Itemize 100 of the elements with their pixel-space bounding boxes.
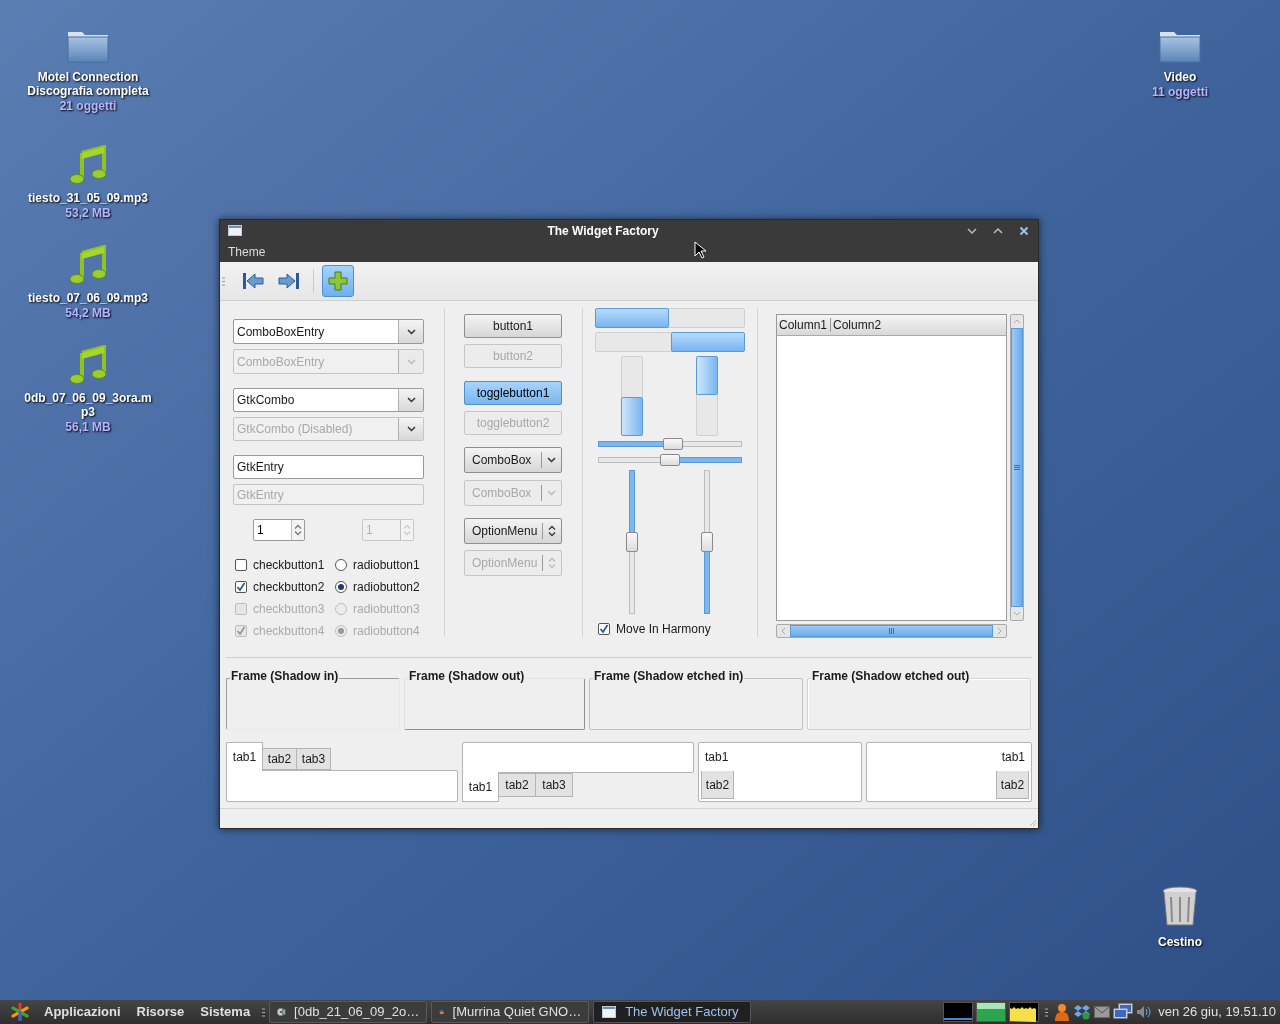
checkbox-label: checkbutton1 (253, 557, 325, 574)
checkbox[interactable] (235, 559, 247, 571)
menu-item[interactable]: Sistema (192, 1002, 259, 1022)
chevron-down-icon (406, 358, 416, 365)
volume-icon[interactable] (1136, 1005, 1153, 1019)
frame-label: Frame (Shadow in) (230, 669, 340, 683)
starburst-logo-icon[interactable] (11, 1003, 29, 1021)
scroll-right-icon[interactable] (997, 627, 1002, 635)
window-title: The Widget Factory (546, 222, 660, 240)
slider-thumb[interactable] (662, 438, 683, 450)
tab[interactable]: tab2 (499, 773, 536, 797)
radio-button[interactable] (335, 581, 347, 593)
scrollbar-thumb[interactable] (1011, 328, 1023, 607)
checkbox-label: checkbutton3 (253, 601, 325, 618)
toggle-button[interactable]: togglebutton1 (464, 381, 562, 405)
taskbar-button[interactable]: The Widget Factory (593, 1001, 752, 1023)
desktop-icon-detail: 53,2 MB (65, 205, 111, 221)
checkmark-icon (236, 626, 246, 636)
desktop-icon-detail: 11 oggetti (1152, 84, 1208, 100)
taskbar-button[interactable]: [Murrina Quiet GNO… (431, 1001, 590, 1023)
desktop-icon-label[interactable]: Video (1116, 70, 1244, 84)
checkbox-label: checkbutton4 (253, 623, 325, 640)
slider[interactable] (598, 438, 742, 450)
clock[interactable]: ven 26 giu, 19.51.10 (1158, 1002, 1276, 1022)
checkbox[interactable] (235, 581, 247, 593)
slider-thumb[interactable] (626, 532, 638, 552)
radio-button-label: radiobutton1 (353, 557, 420, 574)
desktop-icon-detail: 54,2 MB (65, 305, 111, 321)
desktop-icon-label[interactable]: Motel Connection Discografia completa (24, 70, 152, 98)
menu-item[interactable]: Applicazioni (36, 1002, 129, 1022)
chevron-down-icon (547, 457, 556, 463)
slider[interactable] (598, 454, 742, 466)
memory-graph-drawing[interactable] (976, 1002, 1007, 1022)
music-note-icon[interactable] (68, 145, 108, 185)
chevron-down-icon (406, 397, 416, 403)
checkbox-label: Move In Harmony (616, 621, 711, 638)
person-icon[interactable] (1054, 1003, 1071, 1021)
up-down-arrows-icon (548, 557, 556, 569)
chevron-down-icon (406, 328, 416, 335)
horizontal-scrollbar[interactable] (776, 624, 1007, 638)
chevron-down-icon (547, 490, 556, 496)
desktop-icon-label[interactable]: tiesto_07_06_09.mp3 (24, 291, 152, 305)
column-header[interactable]: Column1 (777, 318, 832, 332)
load-graph-drawing[interactable] (1009, 1002, 1040, 1022)
menu-item[interactable]: Theme (228, 242, 266, 261)
slider[interactable] (626, 470, 638, 614)
trash-icon[interactable] (1160, 885, 1200, 929)
slider-thumb[interactable] (701, 532, 713, 552)
vertical-scrollbar[interactable] (1010, 314, 1024, 621)
checkmark-icon (236, 582, 246, 592)
desktop-icon-label[interactable]: 0db_07_06_09_3ora.mp3 (24, 391, 152, 419)
slider[interactable] (701, 470, 713, 614)
tab[interactable]: tab3 (536, 773, 573, 797)
window-icon (601, 1005, 618, 1019)
button[interactable]: button1 (464, 314, 562, 338)
desktop-icon-label[interactable]: Cestino (1116, 935, 1244, 949)
checkmark-icon (599, 624, 609, 634)
option-menu[interactable]: OptionMenu (464, 518, 562, 544)
desktop-icon-detail: 21 oggetti (59, 98, 117, 114)
combo-box-entry[interactable]: ComboBoxEntry (233, 319, 424, 344)
scroll-left-icon[interactable] (781, 627, 786, 635)
radio-button-label: radiobutton4 (353, 623, 420, 640)
up-down-arrows-icon (294, 524, 302, 536)
network-icon[interactable] (1113, 1003, 1134, 1021)
radio-button-label: radiobutton2 (353, 579, 420, 596)
window-icon (228, 225, 242, 236)
panel-handle-icon[interactable] (1045, 1007, 1049, 1017)
slider-thumb[interactable] (660, 454, 680, 466)
tab[interactable]: tab1 (462, 772, 499, 802)
chevron-down-icon (406, 426, 416, 432)
cpu-graph-drawing[interactable] (943, 1002, 974, 1022)
resize-grip-icon[interactable] (1027, 817, 1037, 827)
menu-item[interactable]: Risorse (128, 1002, 193, 1022)
toolbar-handle-icon[interactable] (222, 276, 225, 286)
combo-box[interactable]: GtkCombo (233, 388, 424, 412)
mail-icon[interactable] (1094, 1006, 1111, 1018)
music-note-icon[interactable] (68, 345, 108, 385)
checkbox[interactable] (598, 623, 610, 635)
skip-forward-icon (278, 271, 300, 291)
taskbar-button[interactable]: [0db_21_06_09_2o… (269, 1001, 428, 1023)
tab[interactable]: tab2 (263, 748, 297, 770)
music-note-icon[interactable] (68, 245, 108, 285)
scroll-up-icon[interactable] (1013, 319, 1021, 324)
scrollbar-thumb[interactable] (790, 625, 993, 637)
radio-button[interactable] (335, 559, 347, 571)
spin-button[interactable]: 1 (253, 519, 305, 541)
desktop-icon-label[interactable]: tiesto_31_05_09.mp3 (24, 191, 152, 205)
tab[interactable]: tab2 (996, 771, 1029, 799)
box-icon[interactable] (1073, 1004, 1092, 1020)
tab[interactable]: tab2 (701, 771, 734, 799)
scroll-down-icon[interactable] (1013, 611, 1021, 616)
panel-handle-icon[interactable] (262, 1007, 266, 1017)
frame-label: Frame (Shadow etched out) (811, 669, 971, 683)
frame-label: Frame (Shadow etched in) (593, 669, 745, 683)
checkbox-label: checkbutton2 (253, 579, 325, 596)
text-field[interactable]: GtkEntry (233, 455, 424, 479)
tab[interactable]: tab3 (297, 748, 331, 770)
tab[interactable]: tab1 (226, 742, 263, 771)
combo-box[interactable]: ComboBox (464, 447, 562, 473)
column-header[interactable]: Column2 (831, 315, 1006, 335)
